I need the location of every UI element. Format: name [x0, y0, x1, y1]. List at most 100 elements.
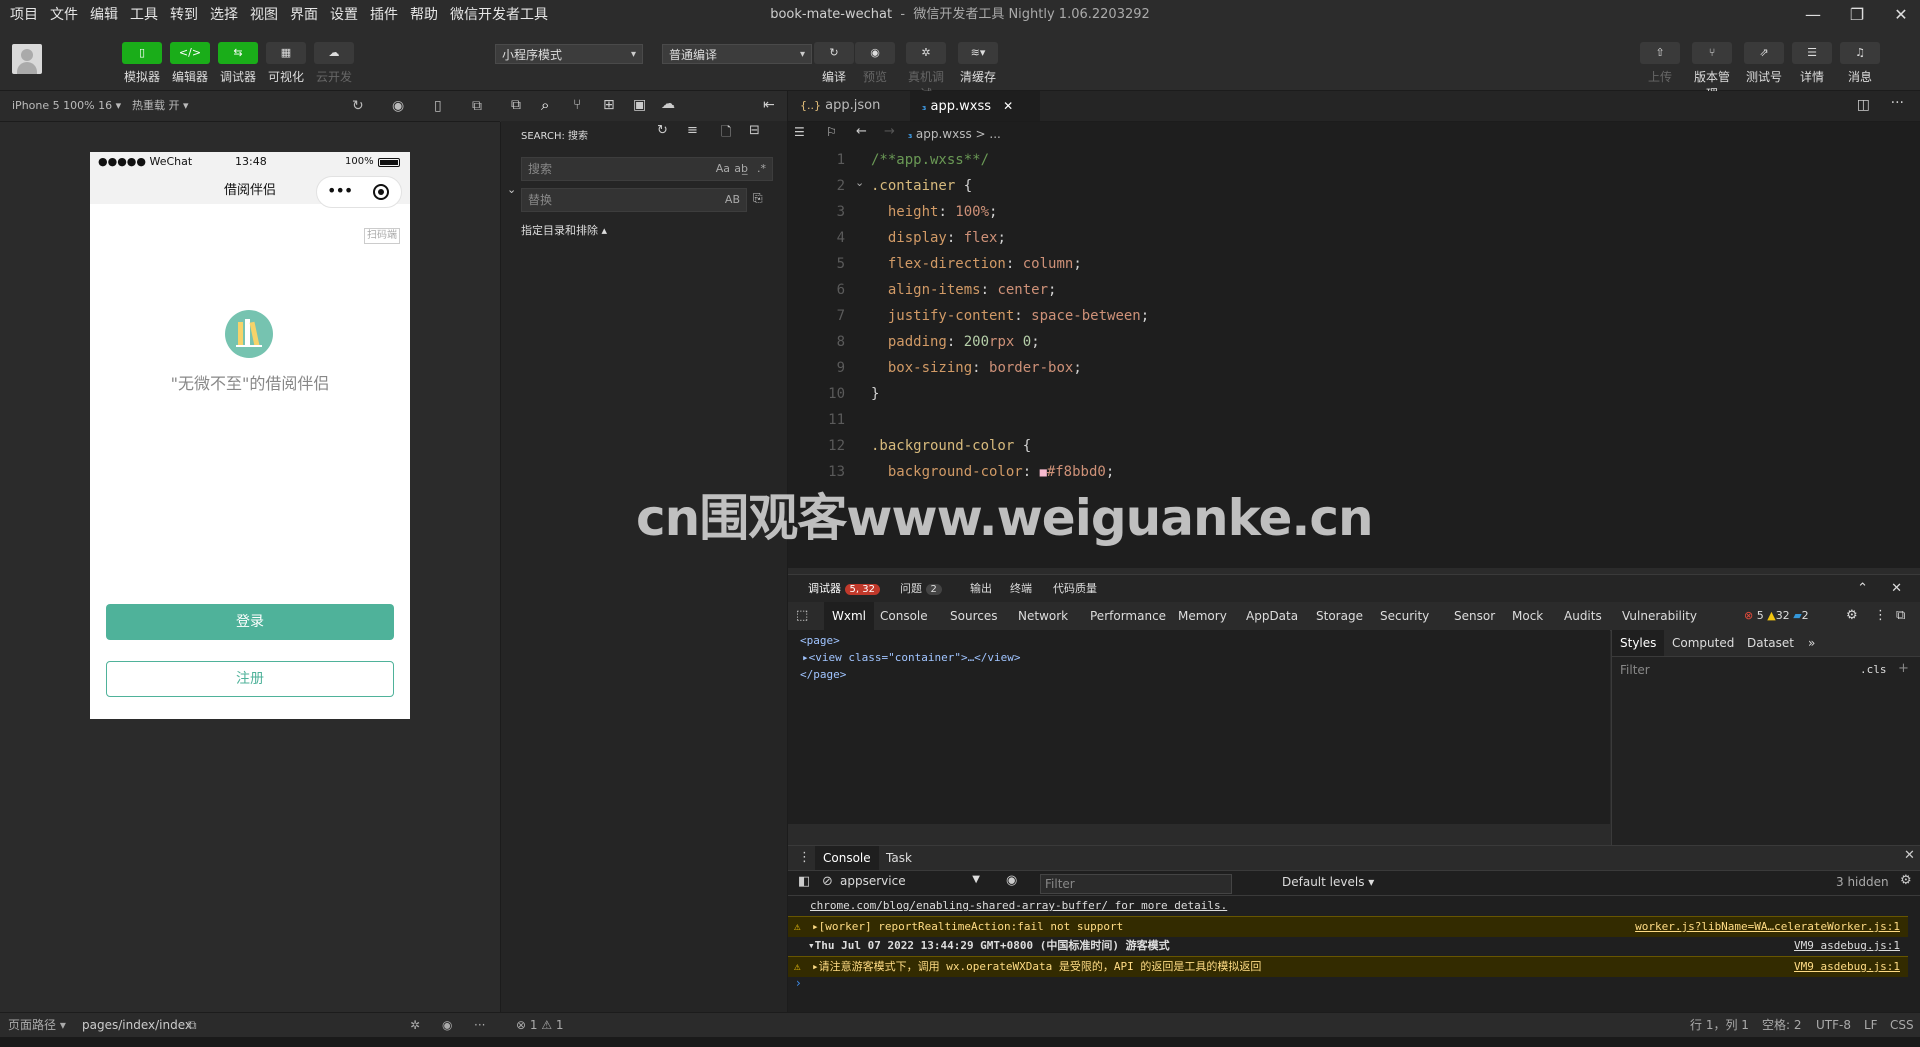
menu-item[interactable]: 微信开发者工具 — [450, 0, 548, 30]
menu-item[interactable]: 文件 — [50, 0, 78, 30]
forward-icon[interactable]: → — [884, 124, 895, 139]
menu-item[interactable]: 工具 — [130, 0, 158, 30]
breadcrumb[interactable]: ₃ app.wxss > ... — [908, 127, 1001, 141]
messages-button[interactable]: ♫ 消息 — [1838, 42, 1882, 85]
drawer-menu-icon[interactable]: ⋮ — [798, 850, 811, 865]
register-button[interactable]: 注册 — [106, 661, 394, 697]
mode-select[interactable]: 小程序模式 — [495, 44, 643, 65]
sidebar-toggle-icon[interactable]: ◧ — [798, 874, 810, 889]
copy-icon[interactable]: ⧉ — [188, 1013, 197, 1037]
log-source-link[interactable]: worker.js?libName=WA…celerateWorker.js:1 — [1635, 917, 1900, 937]
line-ending[interactable]: LF — [1864, 1013, 1878, 1037]
cloud-icon[interactable]: ☁ — [661, 96, 675, 112]
list-icon[interactable]: ☰ — [794, 125, 805, 139]
compile-button[interactable]: ↻ 编译 — [812, 42, 856, 85]
styles-filter-input[interactable]: Filter — [1620, 663, 1650, 677]
bug-icon[interactable]: ✲ — [410, 1013, 420, 1037]
devtools-tab-performance[interactable]: Performance — [1090, 602, 1166, 630]
reload-icon[interactable]: ↻ — [352, 91, 364, 121]
include-exclude-toggle[interactable]: 指定目录和排除 ▴ — [521, 222, 607, 238]
back-icon[interactable]: ← — [856, 124, 867, 139]
tab-dataset[interactable]: Dataset — [1747, 630, 1794, 656]
code-line[interactable]: } — [871, 386, 879, 402]
restore-icon[interactable]: ❐ — [1848, 0, 1866, 30]
whole-word-icon[interactable]: ab̲ — [734, 158, 748, 180]
console-settings-icon[interactable]: ⚙ — [1900, 873, 1912, 888]
more-icon[interactable]: ••• — [327, 181, 353, 200]
storage-icon[interactable]: ▣ — [633, 97, 646, 113]
upload-button[interactable]: ⇧ 上传 — [1638, 42, 1682, 85]
code-line[interactable]: box-sizing: border-box; — [871, 360, 1082, 376]
tab-computed[interactable]: Computed — [1672, 630, 1734, 656]
code-line[interactable]: flex-direction: column; — [871, 256, 1082, 272]
code-line[interactable]: height: 100%; — [871, 204, 998, 220]
close-tab-icon[interactable]: ✕ — [1003, 99, 1013, 113]
page-path-select[interactable]: 页面路径 ▾ — [8, 1013, 66, 1037]
search-input[interactable]: 搜索 Aa ab̲ .* — [521, 157, 773, 181]
tab-debugger[interactable]: 调试器 5, 32 — [808, 575, 880, 604]
dock-icon[interactable]: ⧉ — [1896, 602, 1905, 630]
console-prompt[interactable]: › — [796, 976, 801, 990]
console-log-entry[interactable]: chrome.com/blog/enabling-shared-array-bu… — [788, 896, 1908, 916]
menu-item[interactable]: 设置 — [330, 0, 358, 30]
tab-task[interactable]: Task — [886, 846, 912, 870]
regex-icon[interactable]: .* — [757, 158, 766, 180]
more-tabs-icon[interactable]: » — [1808, 630, 1815, 656]
more-actions-icon[interactable]: ··· — [1891, 95, 1904, 111]
problems-indicator[interactable]: ⊗ 1 ⚠ 1 — [516, 1013, 564, 1037]
code-line[interactable]: .background-color { — [871, 438, 1031, 454]
devtools-tab-memory[interactable]: Memory — [1178, 602, 1227, 630]
tab-styles[interactable]: Styles — [1612, 630, 1665, 656]
eye-icon[interactable]: ◉ — [442, 1013, 452, 1037]
devtools-tab-vulnerability[interactable]: Vulnerability — [1622, 602, 1697, 630]
login-button[interactable]: 登录 — [106, 604, 394, 640]
cls-toggle[interactable]: .cls — [1860, 663, 1887, 676]
replace-all-icon[interactable]: ⎘ — [753, 191, 763, 206]
cursor-position[interactable]: 行 1，列 1 — [1690, 1013, 1749, 1037]
hot-reload-select[interactable]: 热重载 开 ▾ — [132, 91, 189, 121]
menu-item[interactable]: 转到 — [170, 0, 198, 30]
devtools-tab-security[interactable]: Security — [1380, 602, 1429, 630]
popout-icon[interactable]: ⧉ — [472, 91, 482, 121]
console-log-entry[interactable]: ⚠ ▸[worker] reportRealtimeAction:fail not… — [788, 916, 1908, 937]
tab-terminal[interactable]: 终端 — [1010, 575, 1032, 603]
tab-app-json[interactable]: {..} app.json — [788, 91, 922, 121]
split-editor-icon[interactable]: ◫ — [1857, 97, 1870, 113]
visual-button[interactable]: ▦ 可视化 — [264, 42, 308, 85]
devtools-tab-appdata[interactable]: AppData — [1246, 602, 1298, 630]
clear-console-icon[interactable]: ⊘ — [822, 874, 833, 889]
menu-item[interactable]: 界面 — [290, 0, 318, 30]
menu-item[interactable]: 编辑 — [90, 0, 118, 30]
scan-label[interactable]: 扫码端 — [364, 228, 400, 244]
minimize-icon[interactable]: — — [1804, 0, 1822, 30]
capsule-menu[interactable]: ••• — [316, 176, 402, 208]
code-line[interactable]: /**app.wxss**/ — [871, 152, 989, 168]
files-icon[interactable]: ⧉ — [511, 97, 521, 113]
devtools-tab-sources[interactable]: Sources — [950, 602, 997, 630]
menu-item[interactable]: 视图 — [250, 0, 278, 30]
test-account-button[interactable]: ⇗ 测试号 — [1742, 42, 1786, 85]
tab-output[interactable]: 输出 — [970, 575, 992, 603]
console-log-entry[interactable]: ▾Thu Jul 07 2022 13:44:29 GMT+0800 (中国标准… — [788, 936, 1908, 956]
language-mode[interactable]: CSS — [1890, 1013, 1914, 1037]
menu-item[interactable]: 插件 — [370, 0, 398, 30]
devtools-tab-console[interactable]: Console — [880, 602, 928, 630]
kebab-menu-icon[interactable]: ⋮ — [1874, 602, 1887, 630]
preview-button[interactable]: ◉ 预览 — [853, 42, 897, 85]
details-button[interactable]: ☰ 详情 — [1790, 42, 1834, 85]
indent-setting[interactable]: 空格: 2 — [1762, 1013, 1802, 1037]
extensions-icon[interactable]: ⊞ — [603, 97, 615, 113]
devtools-tab-audits[interactable]: Audits — [1564, 602, 1602, 630]
menu-item[interactable]: 选择 — [210, 0, 238, 30]
tab-code-quality[interactable]: 代码质量 — [1053, 575, 1097, 603]
editor-toggle-button[interactable]: </> 编辑器 — [168, 42, 212, 85]
collapse-sidebar-icon[interactable]: ⇤ — [763, 97, 775, 113]
wxml-line[interactable]: </page> — [800, 668, 846, 681]
devtools-tab-storage[interactable]: Storage — [1316, 602, 1363, 630]
device-select[interactable]: iPhone 5 100% 16 ▾ — [12, 91, 121, 121]
menu-item[interactable]: 帮助 — [410, 0, 438, 30]
code-line[interactable]: .container { — [871, 178, 972, 194]
wxml-line[interactable]: <page> — [800, 634, 840, 647]
toggle-replace-icon[interactable]: ⌄ — [507, 183, 516, 196]
search-icon[interactable]: ⌕ — [541, 96, 549, 114]
